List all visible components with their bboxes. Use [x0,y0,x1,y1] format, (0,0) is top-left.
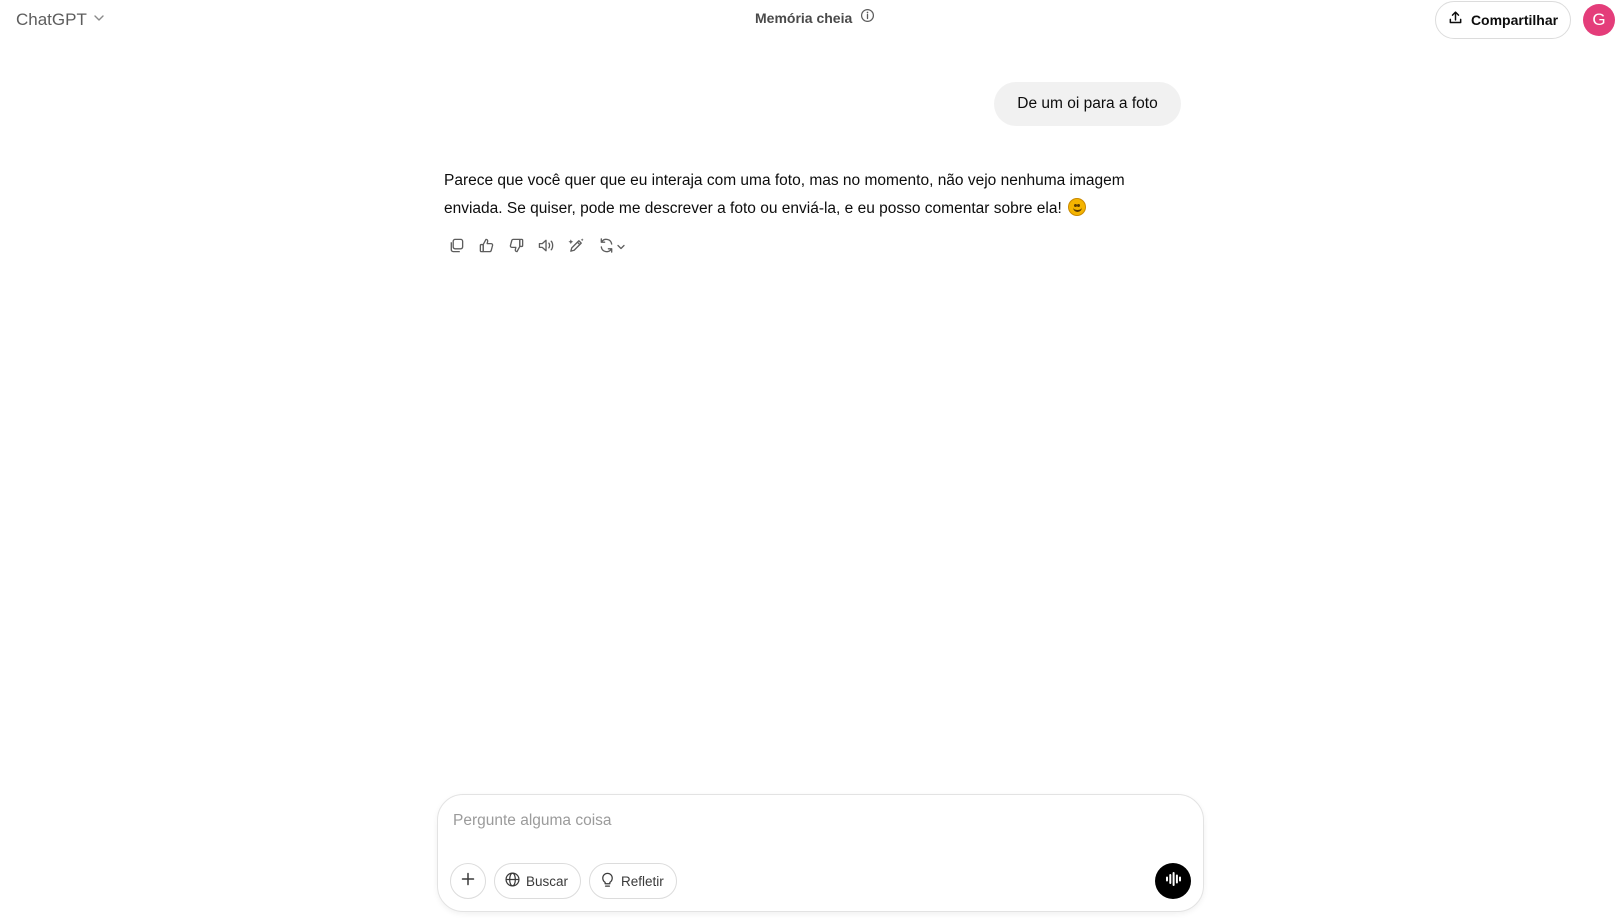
attach-button[interactable] [450,863,486,899]
top-bar: ChatGPT Memória cheia Compartilhar G [0,0,1619,40]
upload-icon [1448,10,1463,30]
chevron-down-icon [616,239,626,257]
copy-button[interactable] [444,236,468,260]
copy-icon [448,237,465,259]
edit-canvas-icon [567,237,585,259]
edit-canvas-button[interactable] [564,236,588,260]
read-aloud-button[interactable] [534,236,558,260]
globe-icon [504,871,521,891]
assistant-message: Parece que você quer que eu interaja com… [444,167,1164,223]
memory-status[interactable]: Memória cheia [755,8,875,28]
info-icon[interactable] [860,8,875,28]
search-button[interactable]: Buscar [494,863,582,899]
voice-mode-button[interactable] [1155,863,1191,899]
chevron-down-icon [93,11,105,29]
thumbs-up-button[interactable] [474,236,498,260]
regenerate-icon [598,237,615,259]
user-message-text: De um oi para a foto [1017,95,1158,112]
prompt-input[interactable] [453,807,1153,835]
read-aloud-icon [537,237,556,259]
audio-waveform-icon [1164,870,1182,893]
reason-button[interactable]: Refletir [589,863,677,899]
plus-icon [460,871,476,892]
chat-page: ChatGPT Memória cheia Compartilhar G De … [0,0,1619,923]
thumbs-down-button[interactable] [504,236,528,260]
message-actions [444,236,630,260]
share-button[interactable]: Compartilhar [1435,1,1571,39]
thumbs-up-icon [478,237,495,259]
composer-tools: Buscar Refletir [450,863,677,899]
smiling-face-emoji-icon [1068,198,1087,216]
regenerate-button[interactable] [594,236,630,260]
model-switcher[interactable]: ChatGPT [12,6,109,34]
avatar[interactable]: G [1583,4,1615,36]
assistant-message-text: Parece que você quer que eu interaja com… [444,172,1125,217]
message-composer: Buscar Refletir [437,794,1204,912]
share-label: Compartilhar [1470,12,1559,28]
model-name: ChatGPT [16,10,87,29]
user-message: De um oi para a foto [994,82,1181,126]
search-label: Buscar [526,873,569,889]
lightbulb-icon [599,871,616,891]
thumbs-down-icon [508,237,525,259]
reason-label: Refletir [621,873,664,889]
memory-label: Memória cheia [755,10,853,26]
